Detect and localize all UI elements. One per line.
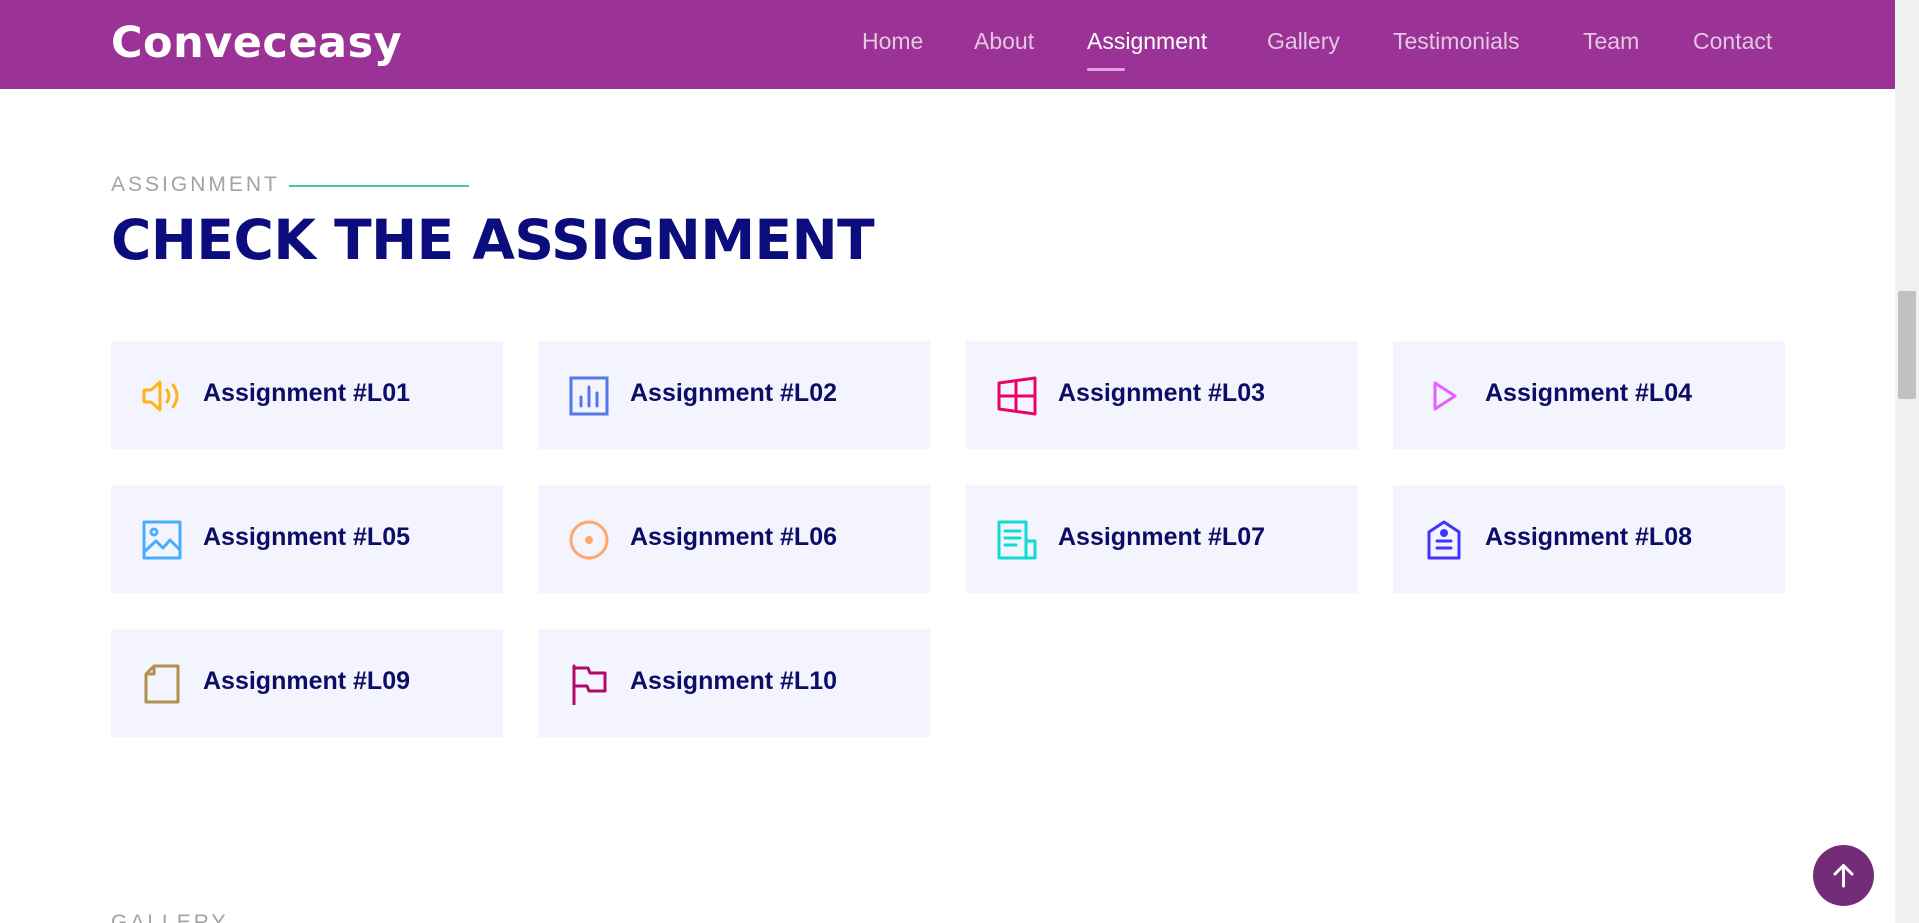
assignment-card-l07[interactable]: Assignment #L07 (966, 485, 1358, 593)
bar-chart-icon (568, 375, 610, 417)
nav-assignment[interactable]: Assignment (1087, 28, 1207, 55)
assignment-card-l06[interactable]: Assignment #L06 (538, 485, 930, 593)
windows-icon (996, 375, 1038, 417)
assignment-card-label: Assignment #L06 (630, 523, 838, 551)
back-to-top-button[interactable] (1813, 845, 1874, 906)
assignment-card-label: Assignment #L01 (203, 379, 411, 407)
site-header: Conveceasy Home About Assignment Gallery… (0, 0, 1895, 89)
assignment-card-l02[interactable]: Assignment #L02 (538, 341, 930, 449)
active-nav-indicator (1087, 68, 1125, 71)
gallery-section-eyebrow: GALLERY (111, 911, 229, 923)
arrow-up-icon (1833, 864, 1854, 888)
assignment-card-label: Assignment #L05 (203, 523, 411, 551)
section-eyebrow: ASSIGNMENT (111, 173, 280, 196)
assignment-card-label: Assignment #L08 (1485, 523, 1693, 551)
scrollbar-thumb[interactable] (1898, 291, 1916, 399)
image-icon (141, 519, 183, 561)
assignment-card-l04[interactable]: Assignment #L04 (1393, 341, 1785, 449)
assignment-card-l09[interactable]: Assignment #L09 (111, 629, 503, 737)
target-icon (568, 519, 610, 561)
nav-about[interactable]: About (974, 28, 1034, 55)
assignment-card-l05[interactable]: Assignment #L05 (111, 485, 503, 593)
site-logo[interactable]: Conveceasy (111, 18, 402, 68)
nav-contact[interactable]: Contact (1693, 28, 1772, 55)
nav-team[interactable]: Team (1583, 28, 1639, 55)
section-title: CHECK THE ASSIGNMENT (111, 208, 875, 272)
play-icon (1423, 375, 1465, 417)
file-icon (141, 663, 183, 705)
assignment-card-l10[interactable]: Assignment #L10 (538, 629, 930, 737)
assignment-card-label: Assignment #L09 (203, 667, 411, 695)
assignment-card-l08[interactable]: Assignment #L08 (1393, 485, 1785, 593)
nav-home[interactable]: Home (862, 28, 923, 55)
document-icon (996, 519, 1038, 561)
assignment-card-label: Assignment #L04 (1485, 379, 1693, 407)
assignment-card-label: Assignment #L02 (630, 379, 838, 407)
nav-testimonials[interactable]: Testimonials (1393, 28, 1520, 55)
page-scrollbar[interactable] (1895, 0, 1919, 923)
assignment-card-l03[interactable]: Assignment #L03 (966, 341, 1358, 449)
eyebrow-divider (289, 185, 469, 187)
assignment-card-label: Assignment #L07 (1058, 523, 1266, 551)
assignment-card-l01[interactable]: Assignment #L01 (111, 341, 503, 449)
nav-gallery[interactable]: Gallery (1267, 28, 1340, 55)
flag-icon (568, 663, 610, 705)
assignment-card-label: Assignment #L03 (1058, 379, 1266, 407)
megaphone-icon (141, 375, 183, 417)
tag-icon (1423, 519, 1465, 561)
assignment-card-label: Assignment #L10 (630, 667, 838, 695)
